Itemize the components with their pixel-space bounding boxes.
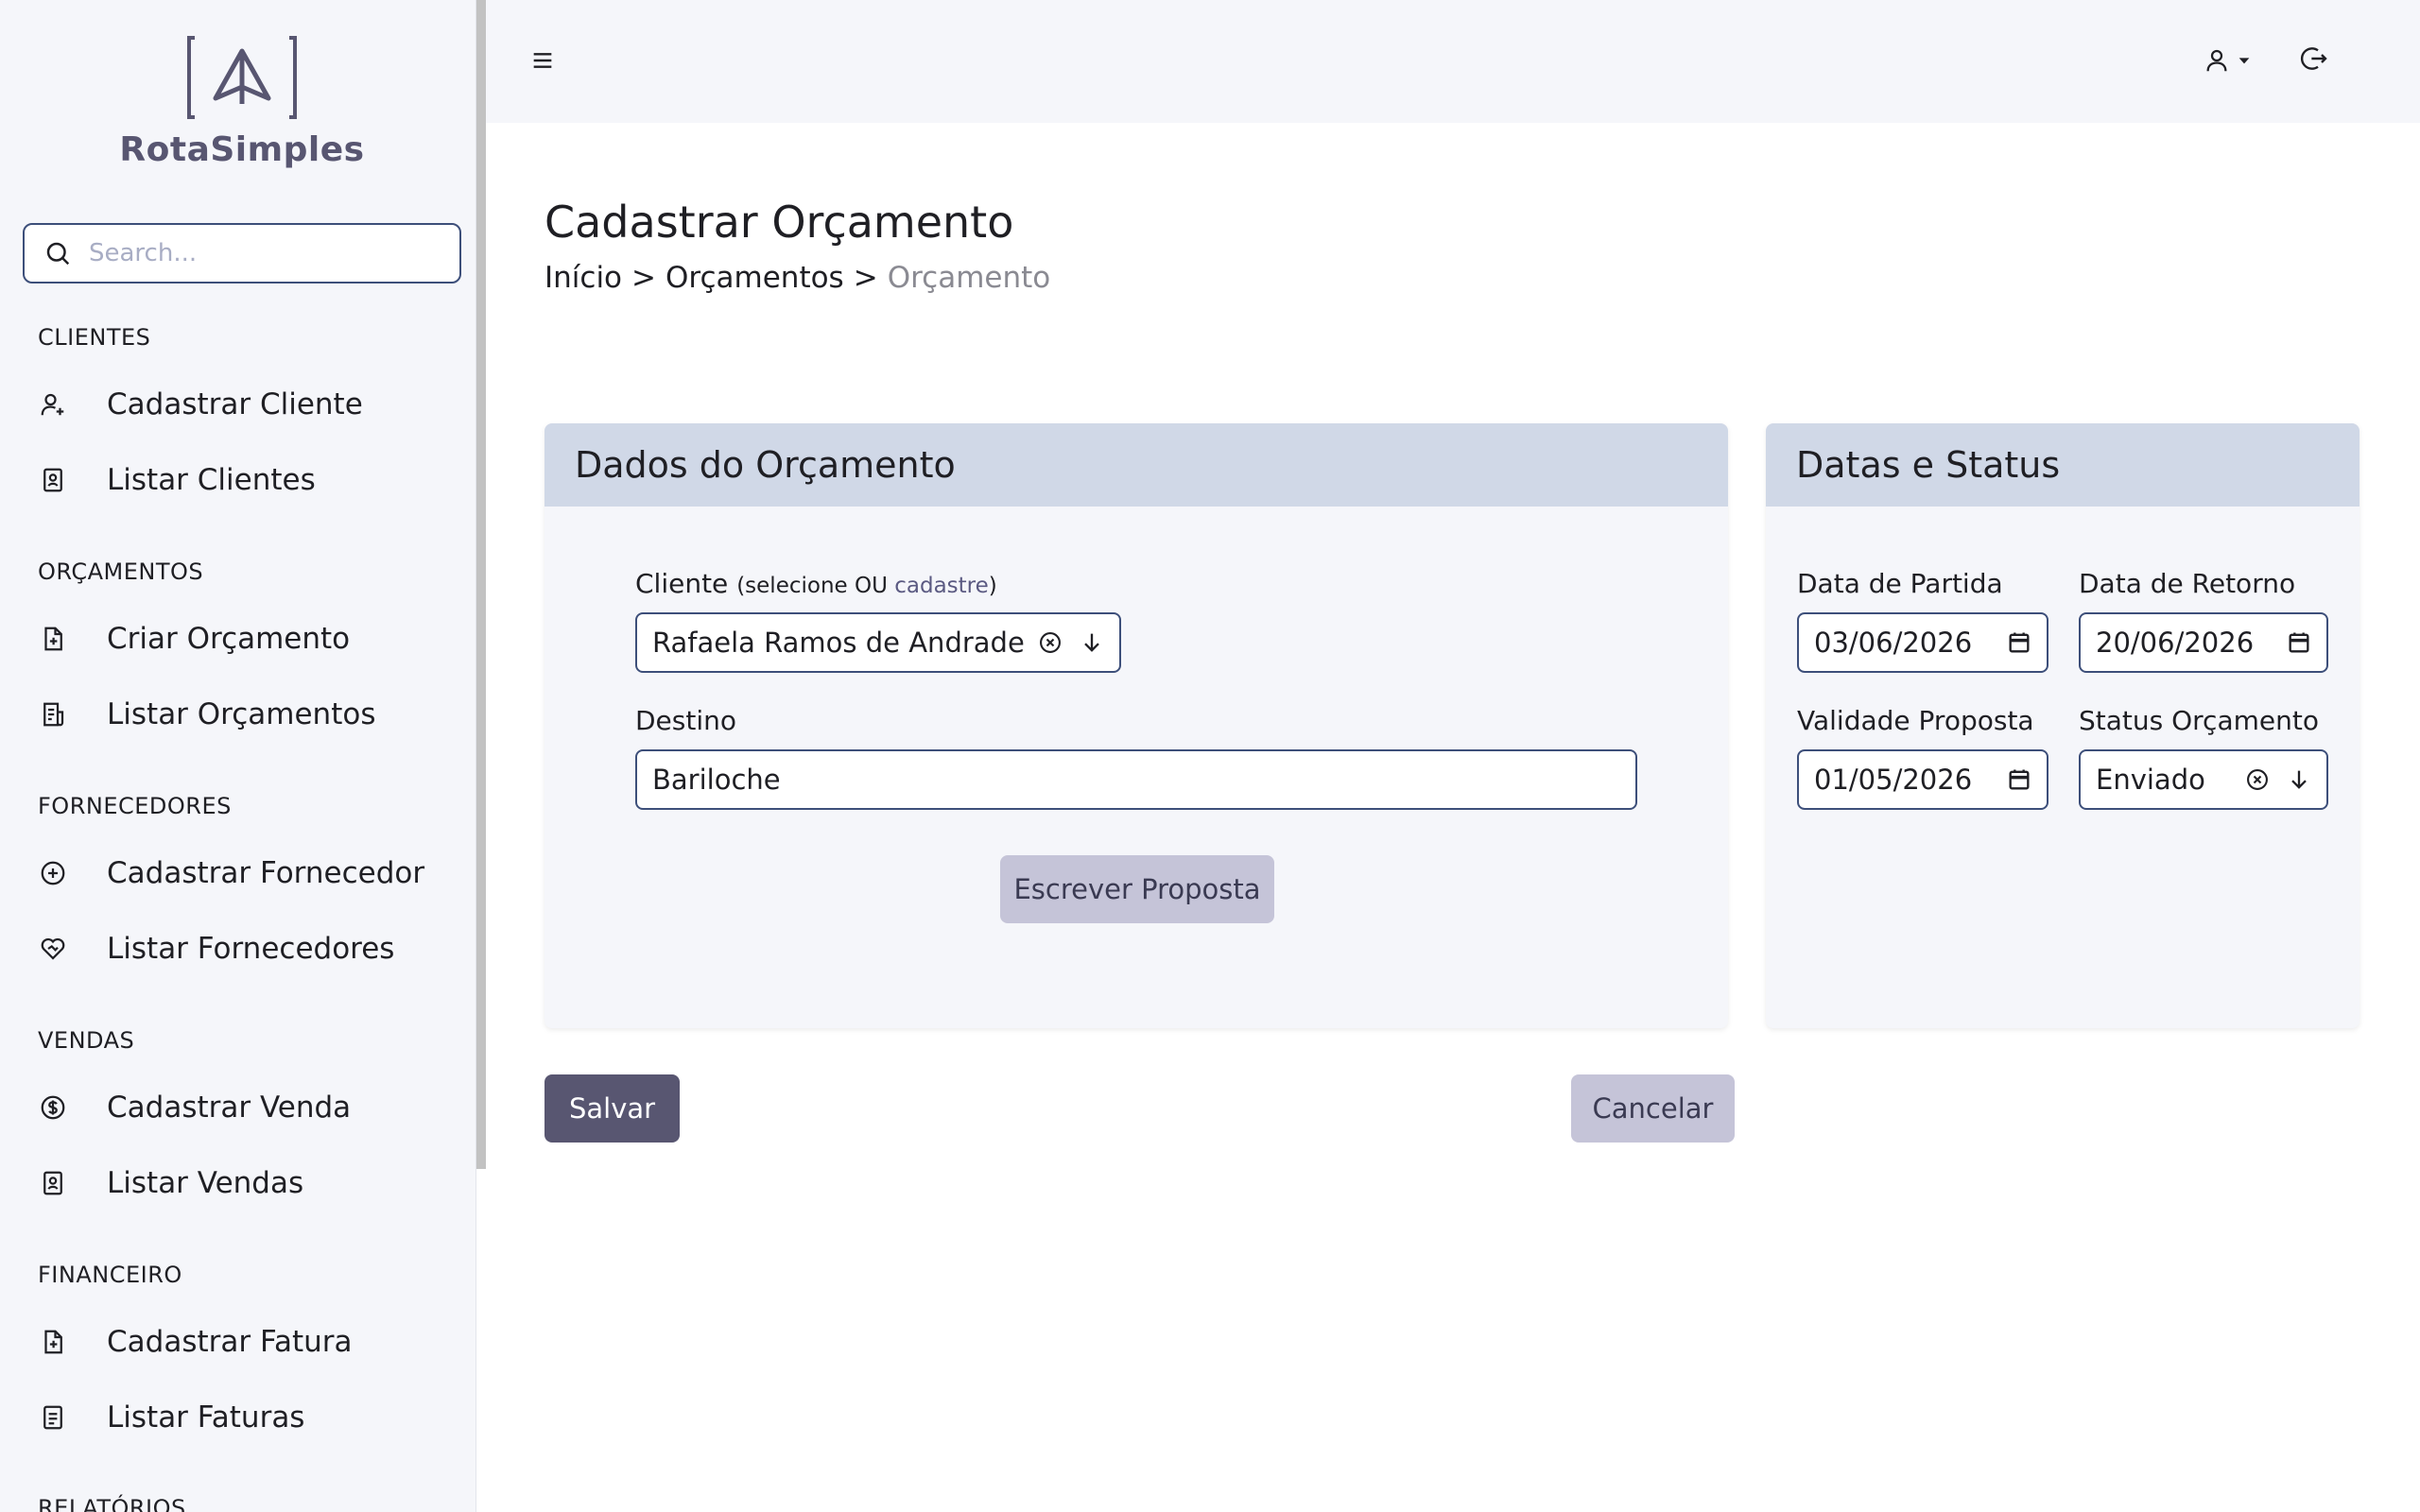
sidebar-item-label: Listar Fornecedores	[107, 932, 395, 966]
validade-proposta-label: Validade Proposta	[1797, 705, 2034, 736]
cadastrar-cliente-link[interactable]: cadastre	[894, 574, 989, 598]
file-list-icon	[38, 699, 68, 730]
destino-label: Destino	[635, 705, 737, 736]
menu-toggle-icon[interactable]	[527, 45, 558, 76]
user-menu-button[interactable]	[2203, 43, 2259, 77]
data-partida-value: 03/06/2026	[1814, 627, 1973, 659]
destino-input[interactable]: Bariloche	[635, 749, 1637, 810]
cliente-select[interactable]: Rafaela Ramos de Andrade	[635, 612, 1121, 673]
sidebar-item-listar-faturas[interactable]: Listar Faturas	[38, 1389, 454, 1446]
breadcrumb-inicio[interactable]: Início	[544, 261, 622, 295]
caret-down-icon	[2238, 58, 2250, 64]
file-plus-icon	[38, 1327, 68, 1357]
sidebar-item-label: Cadastrar Cliente	[107, 387, 363, 421]
logout-icon[interactable]	[2299, 43, 2333, 77]
data-retorno-input[interactable]: 20/06/2026	[2079, 612, 2328, 673]
calendar-icon[interactable]	[2285, 628, 2313, 657]
cliente-label-text: Cliente	[635, 568, 729, 599]
nav-section-fornecedores: FORNECEDORES	[38, 793, 232, 819]
sidebar-item-cadastrar-venda[interactable]: Cadastrar Venda	[38, 1079, 454, 1136]
arrow-down-icon[interactable]	[1078, 628, 1106, 657]
data-retorno-label: Data de Retorno	[2079, 568, 2296, 599]
cliente-hint-prefix: (selecione OU	[736, 574, 895, 598]
nav-section-financeiro: FINANCEIRO	[38, 1262, 182, 1288]
search-input[interactable]	[89, 239, 448, 267]
file-lines-icon	[38, 1402, 68, 1433]
heart-handshake-icon	[38, 934, 68, 964]
clear-icon[interactable]	[1036, 628, 1064, 657]
sidebar: RotaSimples CLIENTES Cadastrar Cliente L…	[0, 0, 476, 1512]
sidebar-item-listar-clientes[interactable]: Listar Clientes	[38, 452, 454, 508]
validade-proposta-input[interactable]: 01/05/2026	[1797, 749, 2048, 810]
status-orcamento-value: Enviado	[2096, 764, 2205, 796]
cancel-button[interactable]: Cancelar	[1571, 1074, 1735, 1143]
breadcrumb-separator: >	[631, 261, 657, 295]
data-partida-label: Data de Partida	[1797, 568, 2003, 599]
breadcrumb-orcamentos[interactable]: Orçamentos	[666, 261, 844, 295]
sidebar-item-label: Listar Vendas	[107, 1166, 304, 1200]
destino-value: Bariloche	[652, 764, 781, 796]
sidebar-scrollbar[interactable]	[476, 0, 486, 1169]
page-title: Cadastrar Orçamento	[544, 197, 1014, 248]
validade-proposta-value: 01/05/2026	[1814, 764, 1973, 796]
brand-name: RotaSimples	[119, 130, 365, 169]
sidebar-search[interactable]	[23, 223, 461, 284]
breadcrumb-current: Orçamento	[887, 261, 1051, 295]
sidebar-item-criar-orcamento[interactable]: Criar Orçamento	[38, 610, 454, 667]
sidebar-item-cadastrar-fornecedor[interactable]: Cadastrar Fornecedor	[38, 845, 454, 902]
sidebar-item-listar-vendas[interactable]: Listar Vendas	[38, 1155, 454, 1211]
cliente-value: Rafaela Ramos de Andrade	[652, 627, 1025, 659]
sidebar-item-listar-fornecedores[interactable]: Listar Fornecedores	[38, 920, 454, 977]
sidebar-item-label: Listar Orçamentos	[107, 697, 376, 731]
sidebar-item-label: Cadastrar Fatura	[107, 1325, 353, 1359]
sidebar-item-label: Listar Faturas	[107, 1400, 305, 1435]
user-icon	[2206, 49, 2227, 72]
sidebar-item-label: Cadastrar Fornecedor	[107, 856, 425, 890]
brand-logo[interactable]: RotaSimples	[0, 34, 475, 169]
search-icon	[46, 242, 70, 266]
escrever-proposta-button[interactable]: Escrever Proposta	[1000, 855, 1274, 923]
file-plus-icon	[38, 624, 68, 654]
contact-book-icon	[38, 1168, 68, 1198]
sidebar-item-listar-orcamentos[interactable]: Listar Orçamentos	[38, 686, 454, 743]
calendar-icon[interactable]	[2005, 765, 2033, 794]
logo-mark-icon	[187, 36, 297, 119]
contact-book-icon	[38, 465, 68, 495]
dollar-circle-icon	[38, 1092, 68, 1123]
card-title: Dados do Orçamento	[544, 423, 1728, 507]
sidebar-item-label: Listar Clientes	[107, 463, 316, 497]
sidebar-item-cadastrar-cliente[interactable]: Cadastrar Cliente	[38, 376, 454, 433]
cliente-label: Cliente (selecione OU cadastre)	[635, 568, 997, 599]
user-plus-icon	[38, 389, 68, 420]
save-button[interactable]: Salvar	[544, 1074, 680, 1143]
sidebar-item-label: Criar Orçamento	[107, 622, 351, 656]
arrow-down-icon[interactable]	[2285, 765, 2313, 794]
cliente-hint-suffix: )	[988, 574, 997, 598]
circle-plus-icon	[38, 858, 68, 888]
status-orcamento-select[interactable]: Enviado	[2079, 749, 2328, 810]
nav-section-orcamentos: ORÇAMENTOS	[38, 558, 204, 585]
sidebar-item-cadastrar-fatura[interactable]: Cadastrar Fatura	[38, 1314, 454, 1370]
card-title: Datas e Status	[1766, 423, 2360, 507]
topbar	[486, 0, 2420, 123]
calendar-icon[interactable]	[2005, 628, 2033, 657]
nav-section-clientes: CLIENTES	[38, 324, 151, 351]
breadcrumb-separator: >	[853, 261, 878, 295]
nav-section-relatorios: RELATÓRIOS	[38, 1495, 186, 1512]
breadcrumb: Início > Orçamentos > Orçamento	[544, 261, 1050, 295]
data-partida-input[interactable]: 03/06/2026	[1797, 612, 2048, 673]
sidebar-item-label: Cadastrar Venda	[107, 1091, 352, 1125]
clear-icon[interactable]	[2243, 765, 2272, 794]
data-retorno-value: 20/06/2026	[2096, 627, 2255, 659]
nav-section-vendas: VENDAS	[38, 1027, 135, 1054]
status-orcamento-label: Status Orçamento	[2079, 705, 2319, 736]
